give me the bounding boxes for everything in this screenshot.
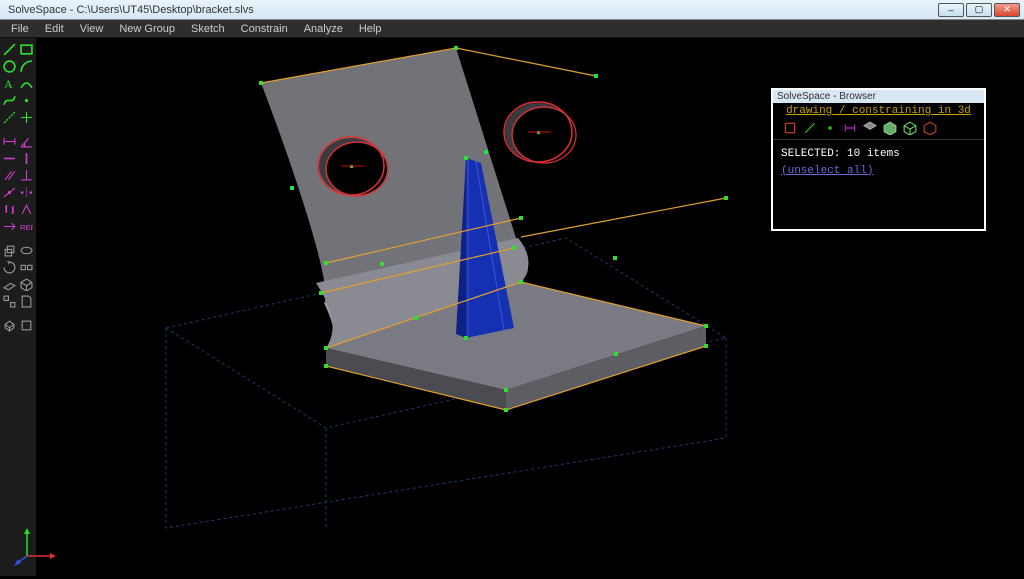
workspace: A [0,38,1024,576]
maximize-button[interactable]: ▢ [966,3,992,17]
angle-constraint-icon[interactable] [19,134,34,149]
point-tool-icon[interactable] [19,93,34,108]
browser-heading: drawing / constraining in 3d [773,103,984,119]
title-bar: SolveSpace - C:\Users\UT45\Desktop\brack… [0,0,1024,20]
browser-shaded-icon[interactable] [863,121,877,135]
browser-mesh-icon[interactable] [923,121,937,135]
nearest-ortho-icon[interactable] [19,318,34,333]
equal-constraint-icon[interactable] [2,202,17,217]
circle-tool-icon[interactable] [2,59,17,74]
extrude-group-icon[interactable] [2,243,17,258]
menu-help[interactable]: Help [352,22,389,36]
import-icon[interactable] [19,294,34,309]
menu-file[interactable]: File [4,22,36,36]
step-rotate-group-icon[interactable] [2,260,17,275]
menu-constrain[interactable]: Constrain [234,22,295,36]
menu-view[interactable]: View [73,22,111,36]
step-translate-group-icon[interactable] [19,260,34,275]
toolbar: A [0,38,36,576]
point-on-constraint-icon[interactable] [2,185,17,200]
perpendicular-constraint-icon[interactable] [19,168,34,183]
unselect-all-link[interactable]: (unselect all) [781,163,976,180]
menu-analyze[interactable]: Analyze [297,22,350,36]
ref-constraint-icon[interactable]: REF [19,219,34,234]
tangent-arc-tool-icon[interactable] [19,76,34,91]
selected-label: SELECTED: [781,148,840,160]
text-tool-icon[interactable]: A [2,76,17,91]
menu-new-group[interactable]: New Group [112,22,182,36]
assembly-icon[interactable] [2,294,17,309]
sketch-3d-icon[interactable] [19,277,34,292]
window-buttons: – ▢ ✕ [938,3,1020,17]
parallel-constraint-icon[interactable] [2,168,17,183]
browser-edges-icon[interactable] [903,121,917,135]
vertical-constraint-icon[interactable] [19,151,34,166]
other-constraint-icon[interactable] [2,219,17,234]
property-browser[interactable]: SolveSpace - Browser drawing / constrain… [771,88,986,231]
close-button[interactable]: ✕ [994,3,1020,17]
symmetric-constraint-icon[interactable] [19,185,34,200]
browser-faces-icon[interactable] [883,121,897,135]
line-tool-icon[interactable] [2,42,17,57]
browser-body: SELECTED: 10 items (unselect all) [773,140,984,229]
lathe-group-icon[interactable] [19,243,34,258]
minimize-button[interactable]: – [938,3,964,17]
horizontal-constraint-icon[interactable] [2,151,17,166]
nearest-iso-icon[interactable] [2,318,17,333]
menu-edit[interactable]: Edit [38,22,71,36]
distance-constraint-icon[interactable] [2,134,17,149]
browser-constraint-icon[interactable] [843,121,857,135]
svg-text:REF: REF [20,223,33,232]
menu-sketch[interactable]: Sketch [184,22,232,36]
arc-tool-icon[interactable] [19,59,34,74]
same-orient-constraint-icon[interactable] [19,202,34,217]
svg-text:A: A [4,77,13,90]
sketch-in-plane-icon[interactable] [2,277,17,292]
bezier-tool-icon[interactable] [2,93,17,108]
construction-tool-icon[interactable] [2,110,17,125]
split-tool-icon[interactable] [19,110,34,125]
browser-titlebar[interactable]: SolveSpace - Browser [773,90,984,103]
browser-toolbar [773,119,984,140]
browser-home-icon[interactable] [783,121,797,135]
browser-line-icon[interactable] [803,121,817,135]
rect-tool-icon[interactable] [19,42,34,57]
browser-point-icon[interactable] [823,121,837,135]
selected-count: 10 items [847,148,900,160]
axis-triad [12,518,62,568]
hole-right[interactable] [504,102,576,163]
menu-bar: File Edit View New Group Sketch Constrai… [0,20,1024,38]
window-title: SolveSpace - C:\Users\UT45\Desktop\brack… [4,4,938,16]
